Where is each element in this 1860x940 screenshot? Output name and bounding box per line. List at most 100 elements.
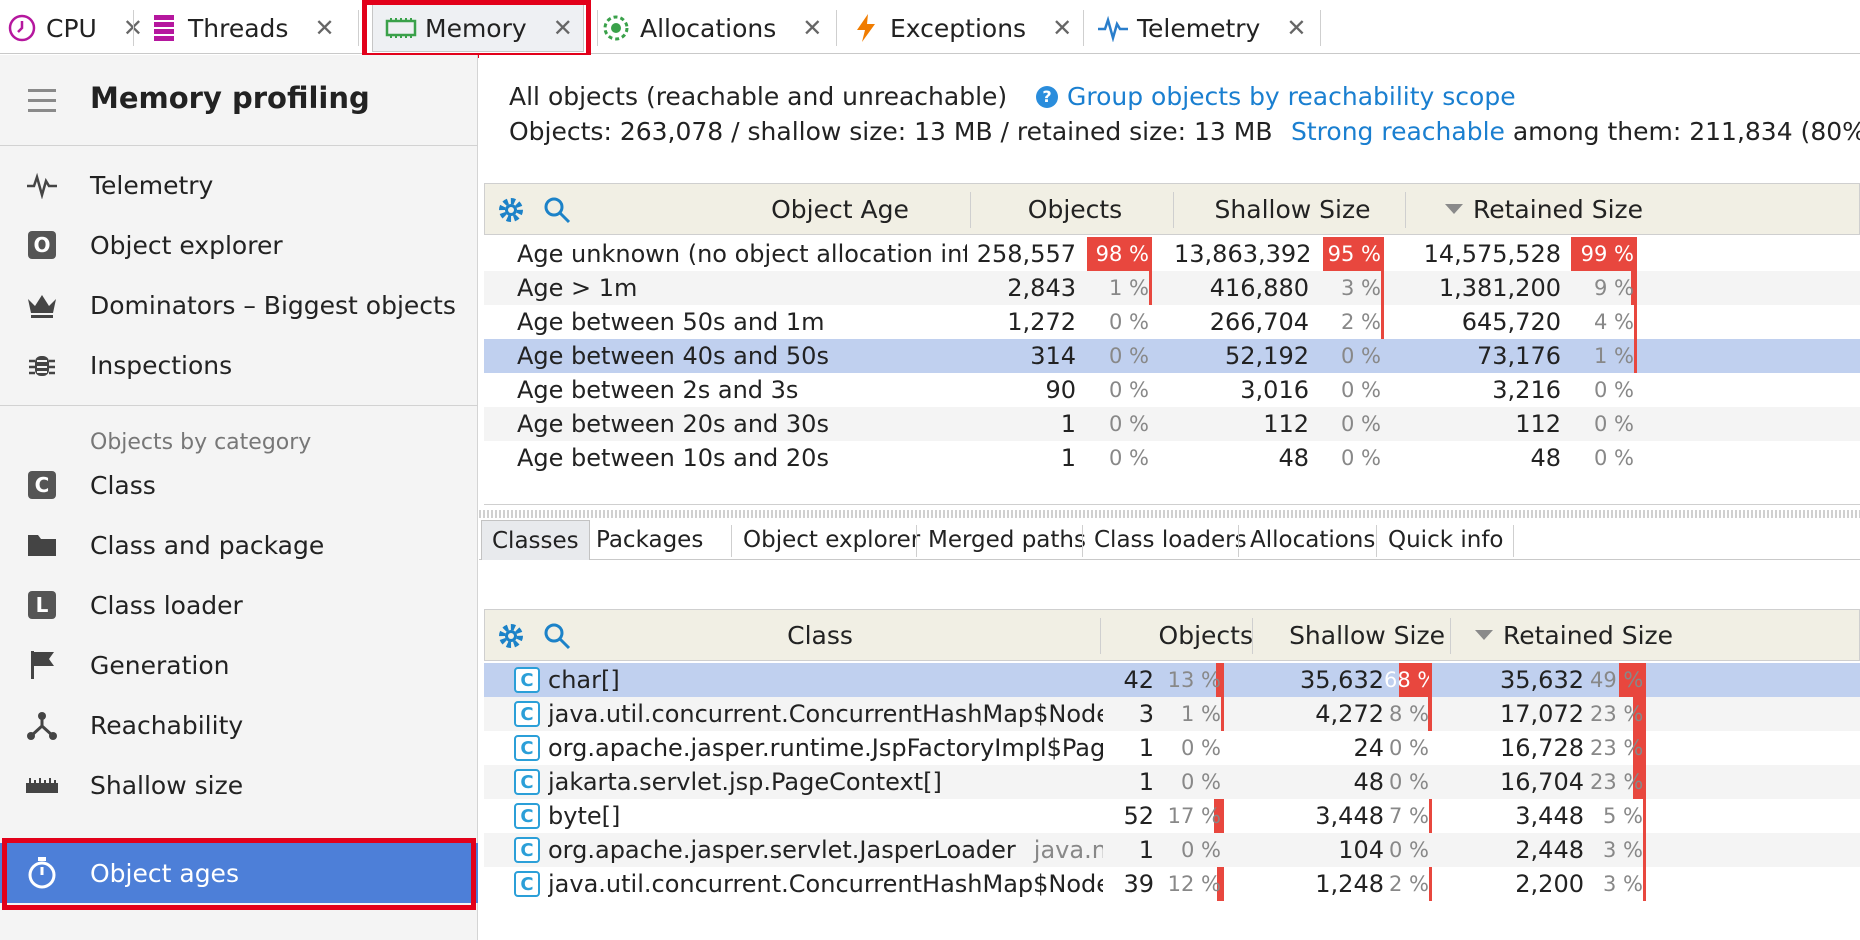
sidebar-item-shallow-size[interactable]: Shallow size bbox=[0, 755, 478, 815]
class-icon: C bbox=[514, 871, 540, 897]
sidebar-item-reachability[interactable]: Reachability bbox=[0, 695, 478, 755]
percentage-bar bbox=[1634, 339, 1637, 373]
table-row[interactable]: Age between 2s and 3s 90 0 % 3,016 0 % 3,216 0… bbox=[484, 373, 1860, 407]
tab-cpu[interactable]: CPU ✕ bbox=[6, 4, 143, 52]
table-row[interactable]: Cchar[]4213 %35,63268 %35,63249 % bbox=[484, 663, 1860, 697]
sidebar-item-generation[interactable]: Generation bbox=[0, 635, 478, 695]
class-name: org.apache.jasper.runtime.JspFactoryImpl… bbox=[548, 731, 1103, 765]
column-header-objects[interactable]: Objects bbox=[1105, 610, 1253, 660]
table-row[interactable]: Age between 40s and 50s 314 0 % 52,192 0 % 73… bbox=[484, 339, 1860, 373]
shallow-size: 35,632 bbox=[1300, 666, 1384, 694]
objects-count: 39 bbox=[1123, 870, 1154, 898]
tab-allocations[interactable]: Allocations bbox=[1250, 520, 1375, 560]
objects-count: 3 bbox=[1138, 700, 1154, 728]
percentage-value: 13 % bbox=[1167, 668, 1221, 692]
tab-exceptions[interactable]: Exceptions ✕ bbox=[850, 4, 1072, 52]
table-row[interactable]: Cjava.util.concurrent.ConcurrentHashMap$… bbox=[484, 697, 1860, 731]
column-header-objects[interactable]: Objects bbox=[975, 184, 1175, 234]
group-by-reachability-link[interactable]: ? Group objects by reachability scope bbox=[1036, 82, 1516, 111]
tab-class-loaders[interactable]: Class loaders bbox=[1094, 520, 1247, 560]
gear-icon[interactable] bbox=[497, 622, 525, 650]
table-row[interactable]: Age unknown (no object allocation inform… bbox=[484, 237, 1860, 271]
column-header-shallow-size[interactable]: Shallow Size bbox=[1175, 184, 1410, 234]
percentage-value: 1 % bbox=[1181, 702, 1221, 726]
retained-size: 3,216 bbox=[1492, 376, 1561, 404]
table-row[interactable]: Corg.apache.jasper.servlet.JasperLoader j… bbox=[484, 833, 1860, 867]
sidebar-item-class-and-package[interactable]: Class and package bbox=[0, 515, 478, 575]
objects-count: 2,843 bbox=[1007, 274, 1076, 302]
hamburger-menu-icon[interactable] bbox=[28, 89, 56, 119]
threads-icon bbox=[148, 12, 180, 44]
sort-descending-icon bbox=[1475, 630, 1493, 640]
retained-size: 2,200 bbox=[1515, 870, 1584, 898]
gear-icon[interactable] bbox=[497, 196, 525, 224]
tab-threads[interactable]: Threads ✕ bbox=[148, 4, 335, 52]
percentage-value: 9 % bbox=[1594, 276, 1634, 300]
sidebar-item-dominators[interactable]: Dominators – Biggest objects bbox=[0, 275, 478, 335]
clock-icon bbox=[6, 12, 38, 44]
close-icon[interactable]: ✕ bbox=[314, 14, 334, 42]
table-row[interactable]: Corg.apache.jasper.runtime.JspFactoryImp… bbox=[484, 731, 1860, 765]
close-icon[interactable]: ✕ bbox=[1052, 14, 1072, 42]
percentage-value: 0 % bbox=[1109, 378, 1149, 402]
objects-count: 1 bbox=[1138, 734, 1154, 762]
tab-classes[interactable]: Classes bbox=[481, 520, 590, 560]
percentage-value: 0 % bbox=[1109, 310, 1149, 334]
column-header-retained-size[interactable]: Retained Size bbox=[1475, 610, 1860, 660]
column-header-class[interactable]: Class bbox=[715, 610, 925, 660]
percentage-bar bbox=[1149, 271, 1152, 305]
table-row[interactable]: Age between 10s and 20s 1 0 % 48 0 % 48 0 % bbox=[484, 441, 1860, 475]
search-icon[interactable] bbox=[543, 196, 571, 224]
retained-size: 645,720 bbox=[1461, 308, 1561, 336]
tab-allocations[interactable]: Allocations ✕ bbox=[600, 4, 822, 52]
sidebar-item-label: Class loader bbox=[90, 590, 243, 620]
sidebar-item-class[interactable]: C Class bbox=[0, 455, 478, 515]
strong-reachable-link[interactable]: Strong reachable bbox=[1291, 117, 1505, 146]
sidebar-item-telemetry[interactable]: Telemetry bbox=[0, 155, 478, 215]
classes-table: Class Objects Shallow Size Retained Size… bbox=[484, 609, 1860, 940]
close-icon[interactable]: ✕ bbox=[802, 14, 822, 42]
table-row[interactable]: Age > 1m 2,843 1 % 416,880 3 % 1,381,200 9 % bbox=[484, 271, 1860, 305]
percentage-bar bbox=[1221, 697, 1224, 731]
column-header-retained-size[interactable]: Retained Size bbox=[1445, 184, 1845, 234]
table-row[interactable]: Cjakarta.servlet.jsp.PageContext[] 1 0 % 48… bbox=[484, 765, 1860, 799]
sidebar-item-class-loader[interactable]: L Class loader bbox=[0, 575, 478, 635]
object-age-name: Age between 2s and 3s bbox=[517, 376, 799, 404]
retained-size: 73,176 bbox=[1477, 342, 1561, 370]
class-icon: C bbox=[514, 735, 540, 761]
fork-icon bbox=[24, 707, 60, 743]
percentage-value: 0 % bbox=[1341, 446, 1381, 470]
percentage-value: 0 % bbox=[1389, 770, 1429, 794]
table-row[interactable]: Cjava.util.concurrent.ConcurrentHashMap$… bbox=[484, 867, 1860, 901]
tab-label: Exceptions bbox=[890, 13, 1027, 43]
column-header-object-age[interactable]: Object Age bbox=[715, 184, 965, 234]
column-header-shallow-size[interactable]: Shallow Size bbox=[1255, 610, 1445, 660]
flag-icon bbox=[24, 647, 60, 683]
tab-telemetry[interactable]: Telemetry ✕ bbox=[1097, 4, 1306, 52]
class-letter-icon: C bbox=[24, 467, 60, 503]
table-row[interactable]: Age between 50s and 1m 1,272 0 % 266,704 2 %… bbox=[484, 305, 1860, 339]
tab-quick-info[interactable]: Quick info bbox=[1388, 520, 1503, 560]
object-age-name: Age between 10s and 20s bbox=[517, 444, 829, 472]
crown-icon bbox=[24, 287, 60, 323]
table-row[interactable]: Age between 20s and 30s 1 0 % 112 0 % 112 0 % bbox=[484, 407, 1860, 441]
percentage-value: 95 % bbox=[1327, 242, 1381, 266]
objects-count: 1 bbox=[1138, 768, 1154, 796]
retained-size: 16,728 bbox=[1500, 734, 1584, 762]
retained-size: 2,448 bbox=[1515, 836, 1584, 864]
close-icon[interactable]: ✕ bbox=[1286, 14, 1306, 42]
sidebar-item-label: Shallow size bbox=[90, 770, 244, 800]
sidebar-item-object-explorer[interactable]: O Object explorer bbox=[0, 215, 478, 275]
class-name-label: org.apache.jasper.servlet.JasperLoader bbox=[548, 836, 1016, 864]
sidebar-item-inspections[interactable]: Inspections bbox=[0, 335, 478, 395]
tab-packages[interactable]: Packages bbox=[596, 520, 703, 560]
percentage-value: 1 % bbox=[1109, 276, 1149, 300]
tool-tab-bar: CPU ✕ Threads ✕ Memory ✕ Allocations ✕ E… bbox=[0, 0, 1860, 54]
tab-object-explorer[interactable]: Object explorer bbox=[743, 520, 920, 560]
table-row[interactable]: Cbyte[] 52 17 % 3,448 7 % 3,448 5 % bbox=[484, 799, 1860, 833]
folder-icon bbox=[24, 527, 60, 563]
search-icon[interactable] bbox=[543, 622, 571, 650]
class-name: java.util.concurrent.ConcurrentHashMap$N… bbox=[548, 697, 1103, 731]
splitter-handle[interactable] bbox=[479, 510, 1860, 518]
tab-merged-paths[interactable]: Merged paths bbox=[928, 520, 1086, 560]
